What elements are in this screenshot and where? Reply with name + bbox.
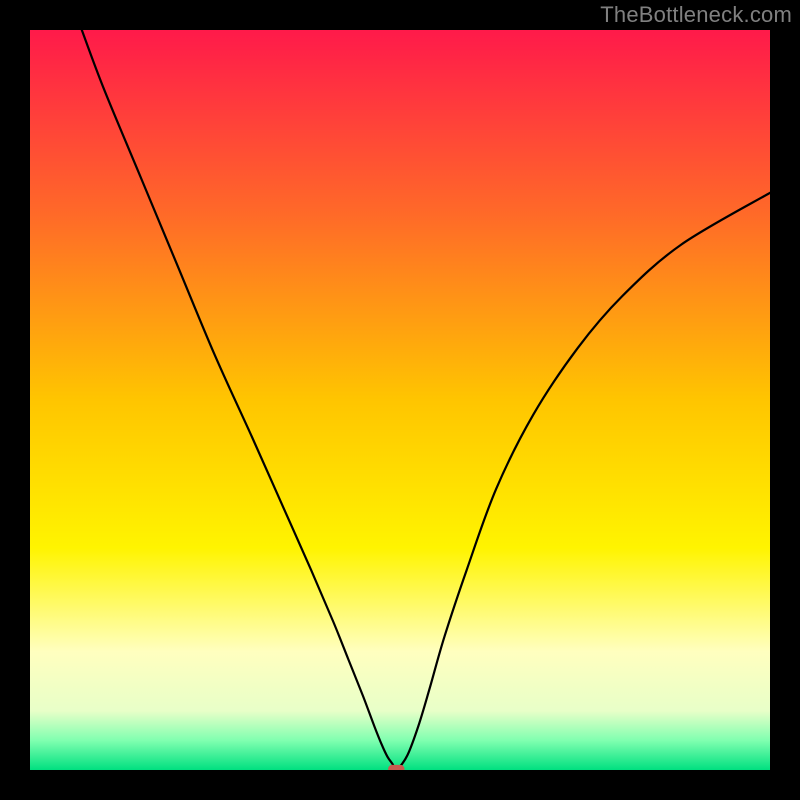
app-frame: TheBottleneck.com (0, 0, 800, 800)
plot-area (30, 30, 770, 770)
chart-svg (30, 30, 770, 770)
watermark-text: TheBottleneck.com (600, 2, 792, 28)
optimal-point-marker (388, 765, 404, 770)
chart-background (30, 30, 770, 770)
